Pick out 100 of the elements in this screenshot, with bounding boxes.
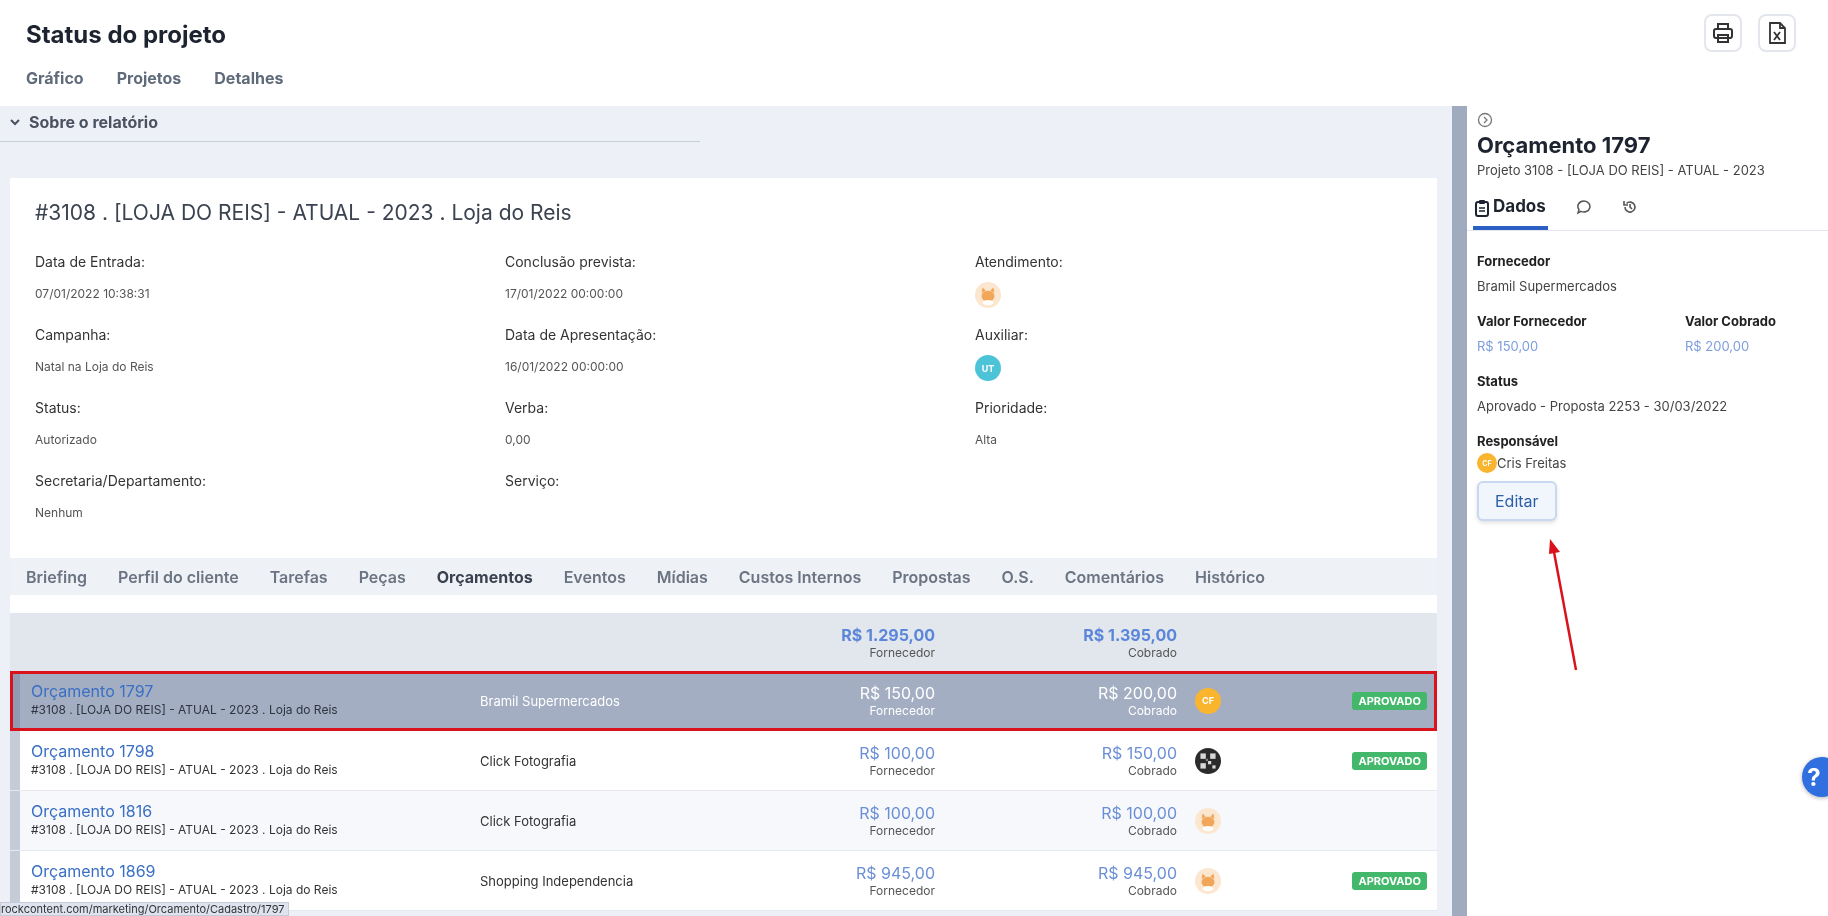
scrollbar[interactable]	[1452, 106, 1467, 916]
panel-tab[interactable]: Dados	[1473, 192, 1548, 230]
avatar: UT	[975, 355, 1001, 381]
amount: R$ 200,00	[1098, 683, 1177, 703]
tab[interactable]: Mídias	[656, 566, 708, 587]
amount: R$ 150,00	[859, 683, 935, 703]
field-value: 07/01/2022 10:38:31	[35, 286, 150, 301]
help-button[interactable]: ?	[1802, 757, 1828, 797]
table-row[interactable]: Orçamento 1797 #3108 . [LOJA DO REIS] - ATUAL - 2023 . Loja do Reis Bramil Supermercados R$ 150,00 Fornecedor R$ 200,00 Cobrado CF APROVADO	[10, 671, 1437, 731]
chevron-icon[interactable]	[10, 117, 20, 126]
field-label: Responsável	[1477, 433, 1560, 449]
project-name: #3108 . [LOJA DO REIS] - ATUAL - 2023 . Loja do Reis	[31, 881, 339, 897]
field-label: Status:	[35, 399, 82, 416]
tab[interactable]: Briefing	[26, 566, 87, 587]
field-value: 16/01/2022 00:00:00	[505, 359, 624, 374]
field-value: Autorizado	[35, 432, 97, 447]
budget-link[interactable]: Orçamento 1798	[31, 740, 155, 761]
field-label: Status	[1477, 373, 1520, 389]
status-url: rockcontent.com/marketing/Orcamento/Cadastro/1797	[0, 902, 290, 916]
field-value: Aprovado - Proposta 2253 - 30/03/2022	[1477, 398, 1729, 414]
tab[interactable]: Custos Internos	[738, 566, 862, 587]
field-value: 0,00	[505, 432, 531, 447]
row-marker	[10, 731, 20, 790]
section-toggle[interactable]: Sobre o relatório	[29, 111, 158, 132]
edit-button[interactable]: Editar	[1477, 481, 1557, 521]
field-label: Valor Fornecedor	[1477, 313, 1588, 329]
project-name: #3108 . [LOJA DO REIS] - ATUAL - 2023 . Loja do Reis	[31, 701, 339, 717]
field-label: Secretaria/Departamento:	[35, 472, 208, 489]
project-name: #3108 . [LOJA DO REIS] - ATUAL - 2023 . Loja do Reis	[31, 761, 339, 777]
printer-icon	[1711, 21, 1735, 45]
field-label: Conclusão prevista:	[505, 253, 637, 270]
field-value: Bramil Supermercados	[1477, 278, 1618, 294]
tab[interactable]: Propostas	[892, 566, 971, 587]
field-label: Verba:	[505, 399, 550, 416]
amount-label: Cobrado	[1127, 883, 1177, 898]
field-label: Prioridade:	[975, 399, 1049, 416]
supplier-name: Click Fotografia	[480, 812, 578, 829]
field-label: Fornecedor	[1477, 253, 1552, 269]
field-label: Valor Cobrado	[1685, 313, 1777, 329]
field-label: Data de Apresentação:	[505, 326, 658, 343]
field-label: Serviço:	[505, 472, 561, 489]
amount-label: Fornecedor	[869, 703, 935, 718]
field-value: R$ 200,00	[1685, 338, 1751, 354]
status-badge: APROVADO	[1352, 751, 1427, 770]
chat-icon	[1575, 199, 1592, 215]
supplier-name: Click Fotografia	[480, 752, 578, 769]
budget-link[interactable]: Orçamento 1869	[31, 860, 156, 881]
panel-title: Orçamento 1797	[1477, 132, 1652, 158]
total-amount: R$ 1.295,00	[841, 624, 935, 645]
tab[interactable]: Orçamentos	[436, 566, 533, 587]
field-value: R$ 150,00	[1477, 338, 1540, 354]
owner-name: Cris Freitas	[1497, 455, 1567, 471]
field-label: Auxiliar:	[975, 326, 1029, 343]
budget-link[interactable]: Orçamento 1816	[31, 800, 153, 821]
amount: R$ 945,00	[856, 863, 935, 883]
tab[interactable]: Perfil do cliente	[118, 566, 239, 587]
field-label: Campanha:	[35, 326, 112, 343]
amount: R$ 100,00	[859, 743, 935, 763]
project-name: #3108 . [LOJA DO REIS] - ATUAL - 2023 . Loja do Reis	[31, 821, 339, 837]
clipboard-icon	[1475, 199, 1489, 217]
amount: R$ 100,00	[1101, 803, 1177, 823]
table-row[interactable]: Orçamento 1798 #3108 . [LOJA DO REIS] - ATUAL - 2023 . Loja do Reis Click Fotografia R$ 100,00 Fornecedor R$ 150,00 Cobrado APROVADO	[10, 731, 1437, 791]
amount-label: Cobrado	[1127, 703, 1177, 718]
supplier-name: Shopping Independencia	[480, 872, 635, 889]
print-button[interactable]	[1704, 14, 1742, 52]
project-title: #3108 . [LOJA DO REIS] - ATUAL - 2023 . Loja do Reis	[35, 200, 573, 225]
table-row[interactable]: Orçamento 1816 #3108 . [LOJA DO REIS] - ATUAL - 2023 . Loja do Reis Click Fotografia R$ 100,00 Fornecedor R$ 100,00 Cobrado	[10, 791, 1437, 851]
history-icon	[1621, 199, 1638, 215]
supplier-name: Bramil Supermercados	[480, 692, 621, 709]
row-marker	[10, 671, 20, 730]
chevron-right-icon[interactable]	[1477, 112, 1493, 128]
field-label: Atendimento:	[975, 253, 1064, 270]
amount-label: Cobrado	[1127, 823, 1177, 838]
page-title: Status do projeto	[26, 20, 228, 49]
amount-label: Cobrado	[1127, 644, 1177, 660]
amount: R$ 945,00	[1098, 863, 1177, 883]
tab[interactable]: Tarefas	[269, 566, 328, 587]
amount-label: Fornecedor	[869, 823, 935, 838]
tab[interactable]: O.S.	[1001, 566, 1034, 587]
tab[interactable]: Peças	[358, 566, 406, 587]
field-value: Alta	[975, 432, 998, 447]
field-value: 17/01/2022 00:00:00	[505, 286, 623, 301]
nav-link[interactable]: Detalhes	[214, 68, 284, 88]
amount-label: Fornecedor	[869, 763, 935, 778]
tab[interactable]: Comentários	[1064, 566, 1165, 587]
status-badge: APROVADO	[1352, 691, 1427, 710]
amount-label: Fornecedor	[869, 644, 935, 660]
excel-export-button[interactable]	[1758, 14, 1796, 52]
spreadsheet-file-icon	[1766, 21, 1788, 45]
field-value: Natal na Loja do Reis	[35, 359, 154, 374]
nav-link[interactable]: Gráfico	[26, 68, 84, 88]
amount-label: Cobrado	[1127, 763, 1177, 778]
row-marker	[10, 791, 20, 850]
panel-subtitle: Projeto 3108 - [LOJA DO REIS] - ATUAL - 2023	[1477, 162, 1766, 178]
tab[interactable]: Eventos	[563, 566, 626, 587]
nav-link[interactable]: Projetos	[116, 68, 182, 88]
amount-label: Fornecedor	[869, 883, 935, 898]
tab[interactable]: Histórico	[1195, 566, 1265, 587]
total-amount: R$ 1.395,00	[1083, 624, 1177, 645]
field-label: Data de Entrada:	[35, 253, 146, 270]
